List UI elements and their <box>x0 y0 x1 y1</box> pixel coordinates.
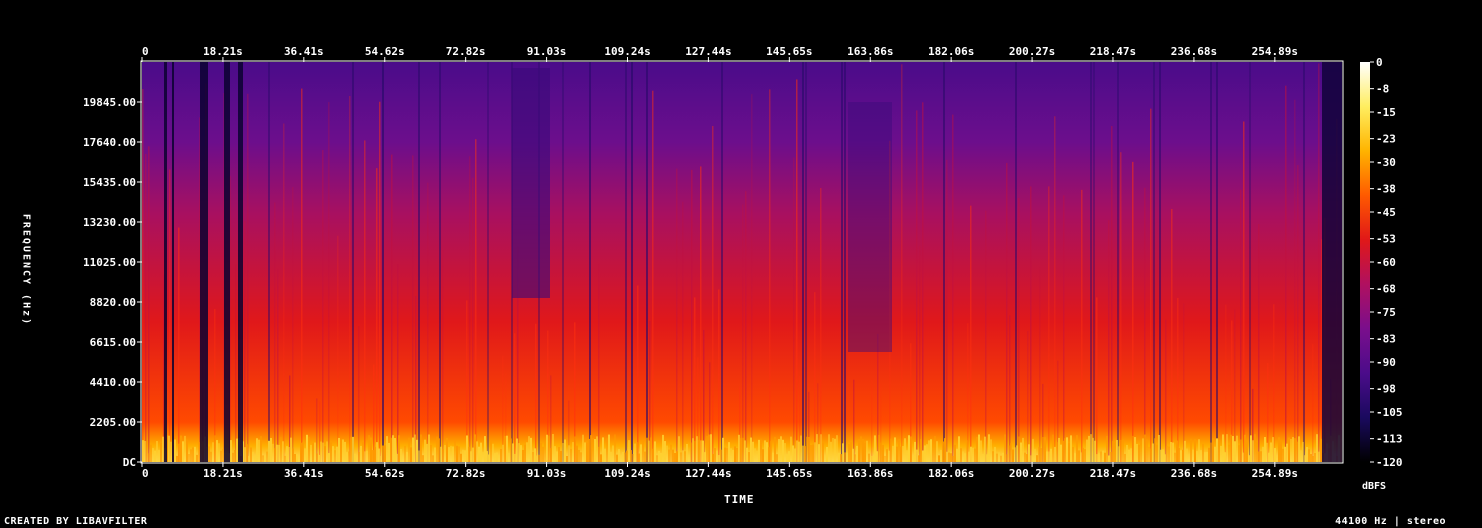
x-tick-label-top: 254.89s <box>1252 45 1298 58</box>
spectrogram-plot <box>140 60 1344 464</box>
footer-credit: CREATED BY LIBAVFILTER <box>4 516 148 527</box>
colorbar-tick-label: -60 <box>1376 256 1396 269</box>
spectrogram-svg: 0 0 18.21s 18.21s 36.41s 36.41s 54.62s 54.62s 72… <box>83 45 1403 480</box>
colorbar-tick-label: -38 <box>1376 183 1396 196</box>
x-tick-label-bottom: 72.82s <box>446 467 486 480</box>
colorbar-tick-label: -30 <box>1376 156 1396 169</box>
y-axis-title: FREQUENCY (Hz) <box>20 213 32 327</box>
x-tick-label-bottom: 218.47s <box>1090 467 1136 480</box>
colorbar-tick-label: -105 <box>1376 406 1403 419</box>
y-tick-label: 13230.00 <box>83 216 136 229</box>
y-tick-label: 17640.00 <box>83 136 136 149</box>
colorbar-tick-label: -98 <box>1376 383 1396 396</box>
y-tick-label: 4410.00 <box>90 376 136 389</box>
x-tick-label-bottom: 54.62s <box>365 467 405 480</box>
x-tick-label-top: 127.44s <box>685 45 731 58</box>
x-tick-label-top: 200.27s <box>1009 45 1055 58</box>
x-tick-label-bottom: 127.44s <box>685 467 731 480</box>
x-tick-label-bottom: 18.21s <box>203 467 243 480</box>
x-tick-label-bottom: 200.27s <box>1009 467 1055 480</box>
colorbar-tick-label: -45 <box>1376 206 1396 219</box>
colorbar-gradient <box>1360 62 1370 462</box>
colorbar-tick-label: -8 <box>1376 83 1389 96</box>
x-tick-label-top: 218.47s <box>1090 45 1136 58</box>
colorbar: 0 -8 -15 -23 -30 -38 -45 -53 -60 -68 -75 -83 -90 -98 -… <box>1360 56 1403 469</box>
x-tick-label-top: 72.82s <box>446 45 486 58</box>
colorbar-title: dBFS <box>1362 481 1387 492</box>
x-tick-label-bottom: 36.41s <box>284 467 324 480</box>
x-tick-label-top: 236.68s <box>1171 45 1217 58</box>
y-tick-label: 11025.00 <box>83 256 136 269</box>
colorbar-tick-label: -15 <box>1376 106 1396 119</box>
colorbar-tick-label: -75 <box>1376 306 1396 319</box>
y-tick-label: 2205.00 <box>90 416 136 429</box>
colorbar-tick-label: 0 <box>1376 56 1383 69</box>
x-tick-label-bottom: 254.89s <box>1252 467 1298 480</box>
y-tick-label: 19845.00 <box>83 96 136 109</box>
x-tick-label-top: 54.62s <box>365 45 405 58</box>
y-tick-label: 6615.00 <box>90 336 136 349</box>
x-tick-label-bottom: 0 <box>142 467 149 480</box>
x-tick-label-bottom: 182.06s <box>928 467 974 480</box>
x-tick-label-top: 18.21s <box>203 45 243 58</box>
x-tick-label-top: 0 <box>142 45 149 58</box>
x-tick-label-bottom: 145.65s <box>766 467 812 480</box>
colorbar-tick-label: -120 <box>1376 456 1403 469</box>
colorbar-tick-label: -68 <box>1376 283 1396 296</box>
x-tick-label-top: 145.65s <box>766 45 812 58</box>
x-tick-label-top: 36.41s <box>284 45 324 58</box>
colorbar-tick-label: -83 <box>1376 333 1396 346</box>
x-tick-label-top: 109.24s <box>604 45 650 58</box>
colorbar-tick-label: -23 <box>1376 133 1396 146</box>
colorbar-tick-label: -53 <box>1376 233 1396 246</box>
x-tick-label-bottom: 109.24s <box>604 467 650 480</box>
y-tick-label: 15435.00 <box>83 176 136 189</box>
footer-format: 44100 Hz | stereo <box>1335 516 1446 527</box>
x-axis-title: TIME <box>724 493 755 506</box>
y-tick-label: DC <box>123 456 136 469</box>
x-tick-label-top: 163.86s <box>847 45 893 58</box>
x-tick-label-top: 182.06s <box>928 45 974 58</box>
x-tick-label-top: 91.03s <box>527 45 567 58</box>
colorbar-tick-label: -113 <box>1376 433 1403 446</box>
x-tick-label-bottom: 91.03s <box>527 467 567 480</box>
colorbar-tick-label: -90 <box>1376 356 1396 369</box>
x-tick-label-bottom: 163.86s <box>847 467 893 480</box>
spectrogram-figure: 0 0 18.21s 18.21s 36.41s 36.41s 54.62s 54.62s 72… <box>0 0 1482 528</box>
x-tick-label-bottom: 236.68s <box>1171 467 1217 480</box>
y-tick-label: 8820.00 <box>90 296 136 309</box>
